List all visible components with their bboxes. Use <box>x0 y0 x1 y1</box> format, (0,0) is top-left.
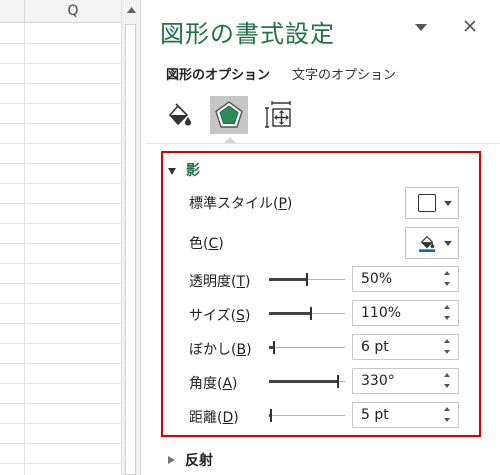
size-properties-button[interactable] <box>260 96 298 134</box>
blur-slider[interactable] <box>269 337 345 357</box>
spinner-arrows-icon[interactable] <box>444 373 452 389</box>
slider-handle[interactable] <box>273 341 275 354</box>
slider-handle[interactable] <box>310 307 312 320</box>
grid-row-line <box>0 63 121 64</box>
size-label: サイズ(S) <box>189 308 251 324</box>
fill-line-button[interactable] <box>160 96 198 134</box>
slider-handle[interactable] <box>306 273 308 286</box>
shadow-section-title: 影 <box>186 163 200 179</box>
paint-bucket-icon <box>418 235 436 252</box>
distance-spinner[interactable]: 5 pt <box>352 402 459 428</box>
spinner-arrows-icon[interactable] <box>444 407 452 423</box>
tab-shape-options[interactable]: 図形のオプション <box>166 64 270 83</box>
scroll-up-arrow-icon[interactable] <box>122 0 140 20</box>
size-properties-icon <box>265 101 291 128</box>
expand-triangle-icon <box>168 456 175 464</box>
vertical-scrollbar[interactable] <box>121 0 140 475</box>
spinner-arrows-icon[interactable] <box>444 271 452 287</box>
grid-row-line <box>0 403 121 404</box>
slider-fill <box>269 278 306 281</box>
shadow-preset-preview <box>418 194 436 212</box>
worksheet-grid[interactable]: Q <box>0 0 121 475</box>
column-header-prev[interactable] <box>0 0 25 23</box>
transparency-spinner[interactable]: 50% <box>352 266 459 292</box>
blur-value[interactable]: 6 pt <box>361 339 389 355</box>
close-pane-button[interactable] <box>460 16 480 36</box>
blur-label: ぼかし(B) <box>189 342 252 358</box>
chevron-down-icon <box>444 200 452 206</box>
grid-row-line <box>0 183 121 184</box>
pane-options-dropdown[interactable] <box>412 20 430 34</box>
grid-row-line <box>0 203 121 204</box>
grid-row-line <box>0 243 121 244</box>
grid-row-line <box>0 123 121 124</box>
close-icon <box>464 20 476 32</box>
pane-title: 図形の書式設定 <box>160 20 335 48</box>
grid-row-line <box>0 43 121 44</box>
reflection-section-header[interactable]: 反射 <box>168 450 213 470</box>
slider-track <box>269 347 345 348</box>
size-slider[interactable] <box>269 303 345 323</box>
spinner-arrows-icon[interactable] <box>444 339 452 355</box>
grid-row-line <box>0 143 121 144</box>
angle-slider[interactable] <box>269 371 345 391</box>
distance-value[interactable]: 5 pt <box>361 407 389 423</box>
distance-label: 距離(D) <box>189 410 239 426</box>
slider-fill <box>269 380 337 383</box>
scrollbar-thumb[interactable] <box>125 24 136 475</box>
grid-row-line <box>0 103 121 104</box>
chevron-down-icon <box>444 240 452 246</box>
grid-row-line <box>0 423 121 424</box>
grid-row-line <box>0 383 121 384</box>
reflection-section-title: 反射 <box>185 453 213 469</box>
transparency-slider[interactable] <box>269 269 345 289</box>
grid-row-line <box>0 443 121 444</box>
slider-fill <box>269 312 310 315</box>
collapse-triangle-icon <box>168 167 176 175</box>
transparency-value[interactable]: 50% <box>361 271 392 287</box>
distance-slider[interactable] <box>269 405 345 425</box>
angle-label: 角度(A) <box>189 376 238 392</box>
blur-spinner[interactable]: 6 pt <box>352 334 459 360</box>
spinner-arrows-icon[interactable] <box>444 305 452 321</box>
grid-column-line <box>24 23 25 475</box>
slider-handle[interactable] <box>337 375 339 388</box>
transparency-label: 透明度(T) <box>189 274 251 290</box>
color-label: 色(C) <box>189 236 224 252</box>
tab-text-options[interactable]: 文字のオプション <box>292 64 396 83</box>
shadow-section-header[interactable]: 影 <box>168 160 200 180</box>
format-shape-pane: 図形の書式設定 図形のオプション 文字のオプション 影 標準スタイル(P) 色(… <box>146 0 500 475</box>
grid-row-line <box>0 223 121 224</box>
slider-handle[interactable] <box>270 409 272 422</box>
grid-row-line <box>0 163 121 164</box>
grid-row-line <box>0 323 121 324</box>
preset-label: 標準スタイル(P) <box>189 196 293 212</box>
fill-line-icon <box>168 103 191 126</box>
size-spinner[interactable]: 110% <box>352 300 459 326</box>
shadow-preset-dropdown[interactable] <box>405 187 459 219</box>
grid-row-line <box>0 363 121 364</box>
grid-row-line <box>0 463 121 464</box>
grid-row-line <box>0 283 121 284</box>
grid-row-line <box>0 343 121 344</box>
column-header-q[interactable]: Q <box>25 0 121 23</box>
effects-icon <box>215 101 243 128</box>
chevron-down-icon <box>415 23 427 31</box>
angle-spinner[interactable]: 330° <box>352 368 459 394</box>
size-value[interactable]: 110% <box>361 305 401 321</box>
grid-row-line <box>0 83 121 84</box>
pane-separator <box>146 143 500 144</box>
shadow-color-dropdown[interactable] <box>405 227 459 259</box>
angle-value[interactable]: 330° <box>361 373 395 389</box>
grid-row-line <box>0 303 121 304</box>
slider-track <box>269 415 345 416</box>
grid-row-line <box>0 263 121 264</box>
effects-button[interactable] <box>210 96 248 134</box>
